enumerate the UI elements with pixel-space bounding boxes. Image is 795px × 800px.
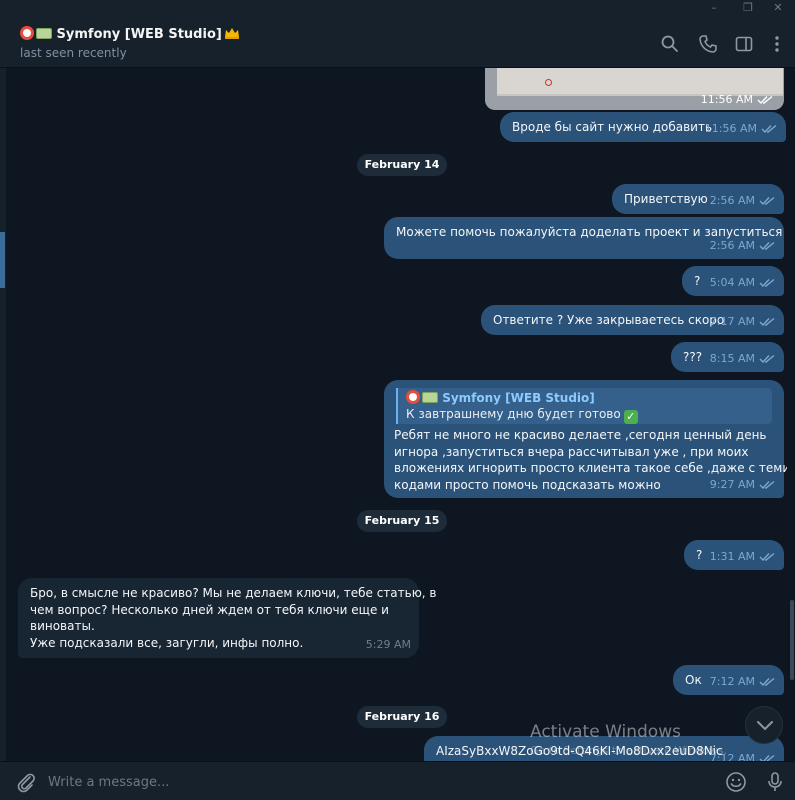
message-meta: 7:12 AM (710, 674, 776, 690)
maximize-button[interactable]: ❐ (731, 0, 765, 16)
reply-text: К завтрашнему дню будет готово ✓ (406, 406, 638, 424)
double-check-icon (759, 754, 775, 761)
double-check-icon (759, 317, 775, 327)
alarm-clock-icon (406, 390, 420, 404)
message-meta: 5:29 AM (366, 637, 411, 653)
message-time: 9:27 AM (709, 478, 755, 491)
double-check-icon (757, 95, 773, 104)
chat-title-row[interactable]: Symfony [WEB Studio] (20, 26, 240, 42)
message-scrollbar[interactable] (788, 68, 795, 761)
date-separator: February 15 (357, 510, 447, 532)
photo-content (497, 68, 783, 96)
double-check-icon (759, 278, 775, 288)
message-time: 7:12 AM (709, 675, 755, 688)
outgoing-message[interactable]: Ответите ? Уже закрываетесь скоро 7:17 A… (481, 305, 784, 335)
outgoing-message[interactable]: Приветствую 2:56 AM (612, 184, 784, 214)
window-titlebar: – ❐ ✕ (0, 0, 795, 16)
reply-author: Symfony [WEB Studio] (406, 390, 595, 406)
emoji-icon[interactable] (724, 770, 748, 794)
message-time: 5:04 AM (709, 276, 755, 289)
outgoing-message[interactable]: Вроде бы сайт нужно добавить 11:56 AM (500, 112, 786, 142)
attach-icon[interactable] (14, 770, 38, 794)
message-meta: 9:27 AM (710, 477, 776, 493)
message-time: 1:31 AM (709, 550, 755, 563)
message-meta: 2:56 AM (710, 193, 776, 209)
reply-quote[interactable]: Symfony [WEB Studio] К завтрашнему дню б… (396, 388, 772, 424)
message-meta: 2:56 AM (710, 238, 776, 254)
message-input[interactable] (48, 770, 698, 794)
double-check-icon (759, 552, 775, 562)
sidebar-toggle-icon[interactable] (734, 34, 754, 54)
message-meta: 8:15 AM (710, 351, 776, 367)
outgoing-message-with-reply[interactable]: Symfony [WEB Studio] К завтрашнему дню б… (384, 380, 787, 498)
message-text: Ок (685, 673, 702, 687)
outgoing-message[interactable]: ? 5:04 AM (682, 266, 784, 296)
message-line: Ребят не много не красиво делаете ,сегод… (394, 428, 767, 442)
message-composer (0, 761, 795, 800)
more-options-icon[interactable] (767, 34, 787, 54)
chat-title: Symfony [WEB Studio] (56, 27, 222, 42)
date-separator: February 14 (357, 154, 447, 176)
message-time: 5:29 AM (365, 638, 411, 651)
money-icon (36, 28, 52, 39)
message-line: Бро, в смысле не красиво? Мы не делаем к… (30, 586, 437, 600)
message-time: 2:56 AM (709, 239, 755, 252)
outgoing-message[interactable]: Можете помочь пожалуйста доделать проект… (384, 217, 784, 259)
message-time: 2:56 AM (709, 194, 755, 207)
scrollbar-thumb[interactable] (790, 600, 794, 680)
outgoing-message[interactable]: Ок 7:12 AM (673, 665, 784, 695)
double-check-icon (759, 480, 775, 490)
message-time: 7:17 AM (709, 315, 755, 328)
message-time: 11:56 AM (704, 122, 757, 135)
outgoing-message[interactable]: ? 1:31 AM (684, 540, 784, 570)
photo-detail (545, 79, 552, 86)
alarm-clock-icon (20, 26, 34, 40)
reply-text-content: К завтрашнему дню будет готово (406, 407, 621, 421)
chat-status: last seen recently (20, 46, 127, 60)
double-check-icon (759, 677, 775, 687)
money-icon (422, 392, 438, 403)
date-separator: February 16 (357, 706, 447, 728)
message-line: виноваты. (30, 619, 95, 633)
message-list[interactable]: 11:56 AM Вроде бы сайт нужно добавить 11… (6, 68, 787, 761)
check-mark-icon: ✓ (623, 410, 638, 424)
close-window-button[interactable]: ✕ (761, 0, 795, 16)
outgoing-message[interactable]: ??? 8:15 AM (671, 342, 784, 372)
message-text: ? (696, 548, 703, 562)
double-check-icon (759, 241, 775, 251)
message-meta: 7:17 AM (710, 314, 776, 330)
message-time: 11:56 AM (700, 93, 753, 106)
phone-icon[interactable] (698, 34, 718, 54)
active-chat-indicator (0, 232, 5, 288)
message-meta: 11:56 AM (701, 93, 774, 106)
double-check-icon (761, 124, 777, 134)
message-text: Ответите ? Уже закрываетесь скоро (493, 313, 725, 327)
scroll-to-bottom-button[interactable] (745, 706, 783, 744)
message-time: 8:15 AM (709, 352, 755, 365)
message-line: чем вопрос? Несколько дней ждем от тебя … (30, 602, 389, 617)
message-meta: 11:56 AM (705, 121, 778, 137)
message-line: вложениях игнорить просто клиента такое … (394, 461, 787, 475)
search-icon[interactable] (660, 34, 680, 54)
activation-watermark-subtitle: Go to Settings to activate Windows. (530, 744, 728, 757)
message-text: Приветствую (624, 192, 708, 206)
minimize-button[interactable]: – (697, 0, 731, 16)
chat-header: Symfony [WEB Studio] last seen recently (0, 16, 795, 68)
double-check-icon (759, 354, 775, 364)
double-check-icon (759, 196, 775, 206)
message-text: ??? (683, 350, 703, 364)
message-text: ? (694, 274, 701, 288)
crown-icon (224, 28, 239, 39)
message-text: Вроде бы сайт нужно добавить (512, 120, 713, 134)
activation-watermark-title: Activate Windows (530, 722, 681, 742)
photo-message[interactable]: 11:56 AM (485, 68, 784, 110)
chevron-down-icon (757, 721, 773, 731)
message-meta: 5:04 AM (710, 275, 776, 291)
reply-author-name: Symfony [WEB Studio] (442, 391, 595, 405)
message-meta: 1:31 AM (710, 549, 776, 565)
incoming-message[interactable]: Бро, в смысле не красиво? Мы не делаем к… (18, 578, 437, 658)
message-line: игнора ,запуститься вчера рассчитывал уж… (394, 444, 749, 459)
microphone-icon[interactable] (763, 770, 787, 794)
